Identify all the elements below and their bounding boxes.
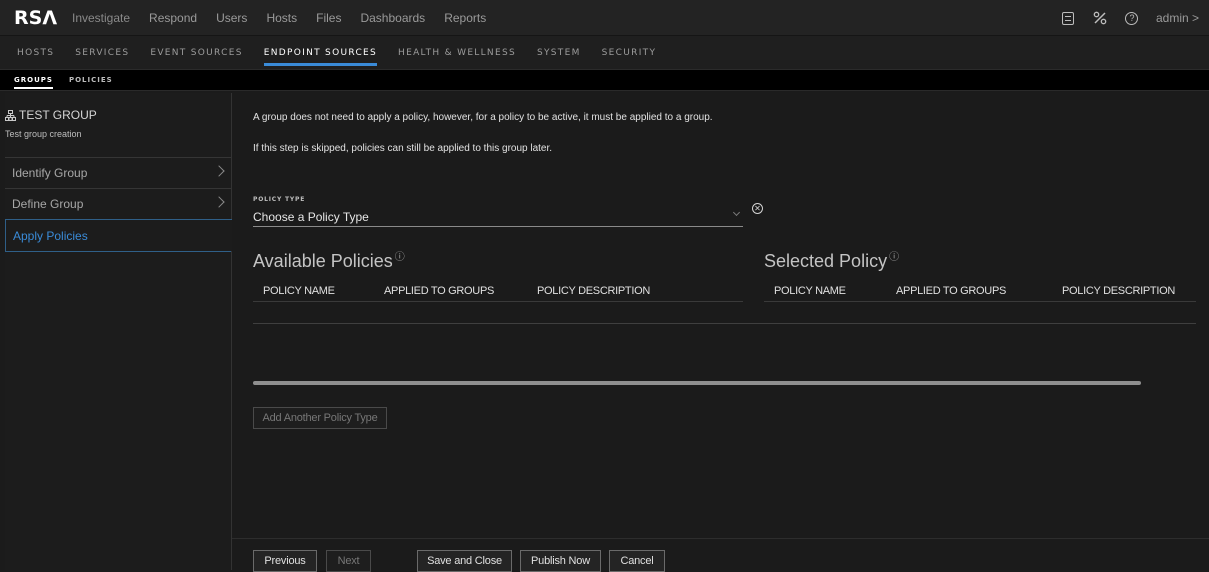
cancel-button[interactable]: Cancel <box>609 550 665 572</box>
group-description: Test group creation <box>5 129 231 139</box>
group-icon <box>5 110 16 121</box>
step-label: Define Group <box>12 197 83 211</box>
footer-divider <box>232 538 1209 539</box>
column-policy-name[interactable]: POLICY NAME <box>774 285 846 297</box>
available-policies-label: Available Policies <box>253 251 393 271</box>
selected-policy-title: Selected Policyⓘ <box>764 248 899 272</box>
tab-security[interactable]: SECURITY <box>602 36 657 70</box>
nav-respond[interactable]: Respond <box>149 11 197 25</box>
group-name: TEST GROUP <box>19 108 97 122</box>
chevron-right-icon <box>213 165 224 176</box>
selected-policy-label: Selected Policy <box>764 251 887 271</box>
column-policy-description[interactable]: POLICY DESCRIPTION <box>537 285 650 297</box>
policy-type-placeholder: Choose a Policy Type <box>253 210 369 224</box>
nav-hosts[interactable]: Hosts <box>266 11 297 25</box>
top-right-tools: ? admin > <box>1044 0 1199 36</box>
help-icon[interactable]: ? <box>1124 10 1140 26</box>
column-policy-description[interactable]: POLICY DESCRIPTION <box>1062 285 1175 297</box>
available-policies-table-header: POLICY NAME APPLIED TO GROUPS POLICY DES… <box>253 278 743 302</box>
tab-policies[interactable]: POLICIES <box>69 70 113 91</box>
step-divider <box>5 251 231 252</box>
save-and-close-button[interactable]: Save and Close <box>417 550 512 572</box>
available-policies-title: Available Policiesⓘ <box>253 248 405 272</box>
nav-investigate[interactable]: Investigate <box>72 11 130 25</box>
step-define-group[interactable]: Define Group <box>5 188 231 219</box>
tab-groups[interactable]: GROUPS <box>14 70 53 91</box>
selected-policy-table-header: POLICY NAME APPLIED TO GROUPS POLICY DES… <box>764 278 1196 302</box>
nav-files[interactable]: Files <box>316 11 341 25</box>
main-nav: Investigate Respond Users Hosts Files Da… <box>72 11 505 25</box>
admin-nav: HOSTS SERVICES EVENT SOURCES ENDPOINT SO… <box>0 36 1209 70</box>
group-title: TEST GROUP <box>5 108 231 122</box>
group-header: TEST GROUP Test group creation <box>5 93 231 157</box>
publish-now-button[interactable]: Publish Now <box>520 550 601 572</box>
notes-icon[interactable] <box>1060 10 1076 26</box>
content-area: TEST GROUP Test group creation Identify … <box>0 93 1209 570</box>
nav-users[interactable]: Users <box>216 11 247 25</box>
column-policy-name[interactable]: POLICY NAME <box>263 285 335 297</box>
admin-tools-icon[interactable] <box>1092 10 1108 26</box>
table-divider <box>253 323 1196 324</box>
chevron-right-icon <box>213 196 224 207</box>
apply-policies-panel: A group does not need to apply a policy,… <box>232 93 1209 570</box>
step-apply-policies[interactable]: Apply Policies <box>5 219 232 251</box>
column-applied-to-groups[interactable]: APPLIED TO GROUPS <box>384 285 494 297</box>
policy-type-label: POLICY TYPE <box>253 196 305 203</box>
clear-circle-icon[interactable]: ✕ <box>752 203 763 214</box>
intro-text-2: If this step is skipped, policies can st… <box>253 143 552 154</box>
previous-button[interactable]: Previous <box>253 550 317 572</box>
step-label: Apply Policies <box>13 229 88 243</box>
step-label: Identify Group <box>12 166 87 180</box>
tab-hosts[interactable]: HOSTS <box>17 36 54 70</box>
top-bar: RSΛ Investigate Respond Users Hosts File… <box>0 0 1209 36</box>
tab-event-sources[interactable]: EVENT SOURCES <box>150 36 242 70</box>
policy-type-select[interactable]: Choose a Policy Type <box>253 205 743 227</box>
rsa-logo[interactable]: RSΛ <box>14 7 72 29</box>
sub-nav: GROUPS POLICIES <box>0 70 1209 91</box>
intro-text-1: A group does not need to apply a policy,… <box>253 112 713 123</box>
next-button[interactable]: Next <box>326 550 371 572</box>
info-icon[interactable]: ⓘ <box>395 252 405 263</box>
chevron-down-icon <box>733 209 740 216</box>
user-menu[interactable]: admin > <box>1156 11 1199 25</box>
tab-system[interactable]: SYSTEM <box>537 36 581 70</box>
column-applied-to-groups[interactable]: APPLIED TO GROUPS <box>896 285 1006 297</box>
nav-dashboards[interactable]: Dashboards <box>360 11 425 25</box>
step-identify-group[interactable]: Identify Group <box>5 157 231 188</box>
tab-health-wellness[interactable]: HEALTH & WELLNESS <box>398 36 516 70</box>
tab-services[interactable]: SERVICES <box>75 36 129 70</box>
add-policy-type-button[interactable]: Add Another Policy Type <box>253 407 387 429</box>
tab-endpoint-sources[interactable]: ENDPOINT SOURCES <box>264 36 377 70</box>
info-icon[interactable]: ⓘ <box>889 252 899 263</box>
nav-reports[interactable]: Reports <box>444 11 486 25</box>
wizard-sidebar: TEST GROUP Test group creation Identify … <box>5 93 232 570</box>
horizontal-scrollbar[interactable] <box>253 381 1141 385</box>
